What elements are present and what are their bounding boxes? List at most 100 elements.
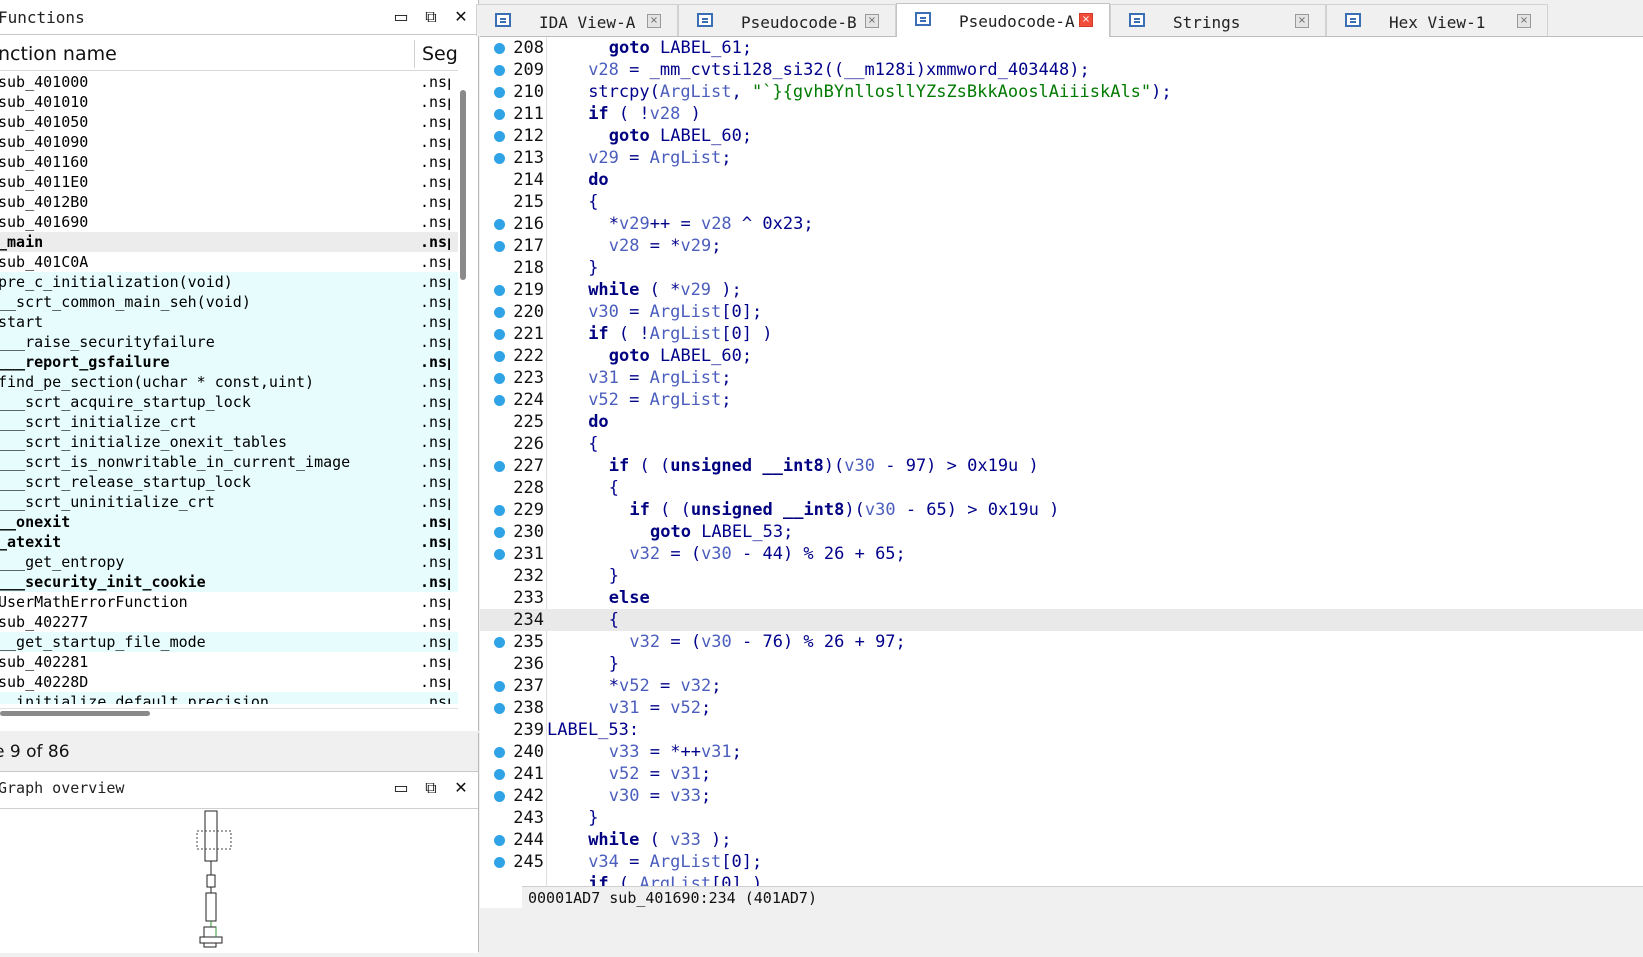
pseudocode-view[interactable]: 208 goto LABEL_61; 209 v28 = _mm_cvtsi128_s… [480,37,1643,929]
function-row[interactable]: sub_40228D .nsp [0,672,458,692]
code-line[interactable]: 238 v31 = v52; [480,697,1643,719]
breakpoint-dot-icon[interactable] [494,131,505,142]
tab-close-icon[interactable]: × [1517,14,1531,28]
function-row[interactable]: __get_startup_file_mode .nsp [0,632,458,652]
function-row[interactable]: ___scrt_initialize_crt .nsp [0,412,458,432]
code-line[interactable]: 241 v52 = v31; [480,763,1643,785]
code-line[interactable]: 220 v30 = ArgList[0]; [480,301,1643,323]
function-row[interactable]: __scrt_common_main_seh(void) .nsp [0,292,458,312]
code-line[interactable]: 242 v30 = v33; [480,785,1643,807]
code-line[interactable]: 222 goto LABEL_60; [480,345,1643,367]
column-function-name[interactable]: nction name [0,43,117,65]
function-row[interactable]: ___scrt_is_nonwritable_in_current_image.… [0,452,458,472]
breakpoint-dot-icon[interactable] [494,747,505,758]
function-row[interactable]: sub_402277 .nsp [0,612,458,632]
code-line[interactable]: 209 v28 = _mm_cvtsi128_si32((__m128i)xmmw… [480,59,1643,81]
code-line[interactable]: 212 goto LABEL_60; [480,125,1643,147]
code-line[interactable]: 223 v31 = ArgList; [480,367,1643,389]
function-row[interactable]: __onexit .nsp [0,512,458,532]
breakpoint-dot-icon[interactable] [494,461,505,472]
function-row[interactable]: sub_401090 .nsp [0,132,458,152]
code-line[interactable]: 213 v29 = ArgList; [480,147,1643,169]
code-line[interactable]: 221 if ( !ArgList[0] ) [480,323,1643,345]
code-line[interactable]: 240 v33 = *++v31; [480,741,1643,763]
breakpoint-dot-icon[interactable] [494,505,505,516]
tab-close-icon[interactable]: × [1079,13,1093,27]
function-row[interactable]: ___report_gsfailure .nsp [0,352,458,372]
tab-close-icon[interactable]: × [1295,14,1309,28]
code-line[interactable]: 228 { [480,477,1643,499]
code-line[interactable]: 219 while ( *v29 ); [480,279,1643,301]
code-line[interactable]: 231 v32 = (v30 - 44) % 26 + 65; [480,543,1643,565]
breakpoint-dot-icon[interactable] [494,153,505,164]
code-line[interactable]: 214 do [480,169,1643,191]
breakpoint-dot-icon[interactable] [494,329,505,340]
graph-overview-canvas[interactable] [0,808,478,953]
function-row[interactable]: ___get_entropy .nsp [0,552,458,572]
column-segment[interactable]: Seg [422,43,458,65]
tab-pseudocode-b[interactable]: Pseudocode-B × [678,4,896,36]
function-row[interactable]: sub_401050 .nsp [0,112,458,132]
breakpoint-dot-icon[interactable] [494,857,505,868]
code-line[interactable]: 226 { [480,433,1643,455]
tab-close-icon[interactable]: × [865,14,879,28]
function-row[interactable]: start .nsp [0,312,458,332]
function-row[interactable]: sub_401690 .nsp [0,212,458,232]
function-row[interactable]: sub_401000 .nsp [0,72,458,92]
code-line[interactable]: 224 v52 = ArgList; [480,389,1643,411]
breakpoint-dot-icon[interactable] [494,109,505,120]
breakpoint-dot-icon[interactable] [494,351,505,362]
function-row[interactable]: _main .nsp [0,232,458,252]
breakpoint-dot-icon[interactable] [494,241,505,252]
code-line[interactable]: 210 strcpy(ArgList, "`}{gvhBYnllosllYZsZs… [480,81,1643,103]
breakpoint-dot-icon[interactable] [494,703,505,714]
breakpoint-dot-icon[interactable] [494,43,505,54]
function-row[interactable]: find_pe_section(uchar * const,uint) .nsp [0,372,458,392]
function-row[interactable]: UserMathErrorFunction .nsp [0,592,458,612]
function-row[interactable]: pre_c_initialization(void) .nsp [0,272,458,292]
float-icon[interactable]: ⧉ [422,8,440,26]
function-row[interactable]: sub_402281 .nsp [0,652,458,672]
code-line[interactable]: 232} [480,565,1643,587]
breakpoint-dot-icon[interactable] [494,373,505,384]
breakpoint-dot-icon[interactable] [494,87,505,98]
code-line[interactable]: 237 *v52 = v32; [480,675,1643,697]
code-line[interactable]: 208 goto LABEL_61; [480,37,1643,59]
code-line[interactable]: 233 else [480,587,1643,609]
minimize-icon[interactable]: ▭ [392,779,410,797]
function-row[interactable]: sub_401010 .nsp [0,92,458,112]
minimize-icon[interactable]: ▭ [392,8,410,26]
close-icon[interactable]: ✕ [452,8,470,26]
function-row[interactable]: ___security_init_cookie .nsp [0,572,458,592]
tab-pseudocode-a[interactable]: Pseudocode-A × [896,3,1110,37]
function-row[interactable]: sub_401C0A .nsp [0,252,458,272]
breakpoint-dot-icon[interactable] [494,791,505,802]
function-row[interactable]: _atexit .nsp [0,532,458,552]
tab-close-icon[interactable]: × [647,14,661,28]
code-line[interactable]: 230 goto LABEL_53; [480,521,1643,543]
code-line[interactable]: 217 v28 = *v29; [480,235,1643,257]
function-row[interactable]: sub_4011E0 .nsp [0,172,458,192]
function-row[interactable]: __initialize_default_precision .nsp [0,692,458,704]
code-line[interactable]: 215 { [480,191,1643,213]
tab-hex-view-1[interactable]: Hex View-1 × [1326,4,1548,36]
float-icon[interactable]: ⧉ [422,779,440,797]
code-line[interactable]: 225 do [480,411,1643,433]
code-line[interactable]: 245 v34 = ArgList[0]; [480,851,1643,873]
function-row[interactable]: ___scrt_initialize_onexit_tables .nsp [0,432,458,452]
code-line[interactable]: 235 v32 = (v30 - 76) % 26 + 97; [480,631,1643,653]
code-line[interactable]: 234 { [480,609,1643,631]
function-row[interactable]: sub_4012B0 .nsp [0,192,458,212]
code-line[interactable]: 218} [480,257,1643,279]
code-line[interactable]: 216 *v29++ = v28 ^ 0x23; [480,213,1643,235]
code-line[interactable]: 229 if ( (unsigned __int8)(v30 - 65) > 0x… [480,499,1643,521]
breakpoint-dot-icon[interactable] [494,395,505,406]
breakpoint-dot-icon[interactable] [494,769,505,780]
code-line[interactable]: 211 if ( !v28 ) [480,103,1643,125]
breakpoint-dot-icon[interactable] [494,835,505,846]
breakpoint-dot-icon[interactable] [494,681,505,692]
code-line[interactable]: 227 if ( (unsigned __int8)(v30 - 97) > 0x… [480,455,1643,477]
function-row[interactable]: ___scrt_release_startup_lock .nsp [0,472,458,492]
breakpoint-dot-icon[interactable] [494,65,505,76]
tab-strings[interactable]: Strings × [1110,4,1326,36]
